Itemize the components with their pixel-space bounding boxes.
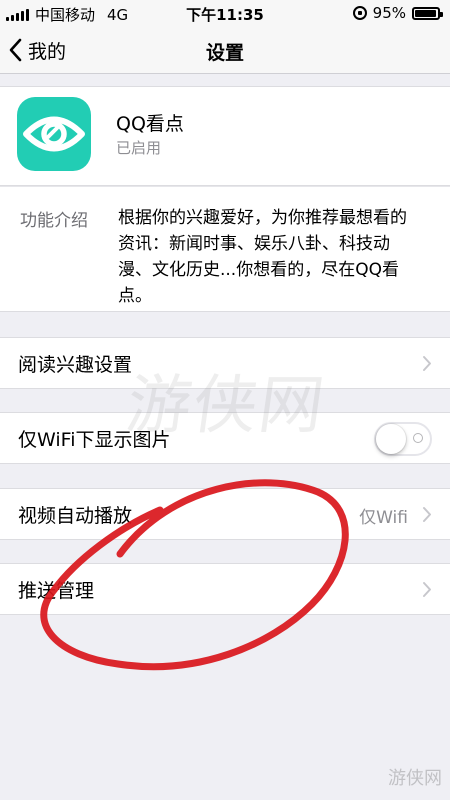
divider <box>0 186 450 187</box>
orientation-lock-icon <box>352 6 367 20</box>
chevron-right-icon <box>423 507 431 522</box>
status-right: 95% <box>352 4 443 22</box>
corner-watermark: 游侠网 <box>388 768 442 789</box>
push-management-label: 推送管理 <box>18 580 95 602</box>
video-autoplay-value: 仅Wifi <box>359 508 408 528</box>
reading-interest-label: 阅读兴趣设置 <box>18 354 133 376</box>
chevron-right-icon <box>423 356 431 371</box>
status-bar: 中国移动 4G 下午11:35 95% <box>0 0 450 26</box>
battery-icon <box>412 6 443 20</box>
toggle-off-icon <box>413 433 423 443</box>
app-status: 已启用 <box>116 139 162 157</box>
feature-description: 功能介绍 根据你的兴趣爱好，为你推荐最想看的资讯：新闻时事、娱乐八卦、科技动漫、… <box>0 186 450 312</box>
video-autoplay-row[interactable]: 视频自动播放 仅Wifi <box>0 488 450 540</box>
wifi-images-label: 仅WiFi下显示图片 <box>18 429 171 451</box>
description-label: 功能介绍 <box>20 211 88 231</box>
video-autoplay-label: 视频自动播放 <box>18 505 133 527</box>
wifi-images-toggle[interactable] <box>374 422 432 456</box>
push-management-row[interactable]: 推送管理 <box>0 563 450 615</box>
wifi-images-row: 仅WiFi下显示图片 <box>0 412 450 464</box>
app-name: QQ看点 <box>116 113 184 135</box>
toggle-knob <box>376 424 406 454</box>
navigation-bar: 我的 设置 <box>0 26 450 74</box>
reading-interest-row[interactable]: 阅读兴趣设置 <box>0 337 450 389</box>
page-title: 设置 <box>205 42 244 64</box>
battery-fill <box>415 9 436 17</box>
app-logo-graphic <box>23 116 85 152</box>
settings-screen: 中国移动 4G 下午11:35 95% 我的 设置 QQ看点 已启用 功能介绍 … <box>0 0 450 800</box>
battery-percent: 95% <box>372 4 406 22</box>
eye-logo-icon <box>17 97 91 171</box>
chevron-right-icon <box>423 582 431 597</box>
app-header: QQ看点 已启用 <box>0 86 450 186</box>
description-text: 根据你的兴趣爱好，为你推荐最想看的资讯：新闻时事、娱乐八卦、科技动漫、文化历史.… <box>118 208 407 306</box>
